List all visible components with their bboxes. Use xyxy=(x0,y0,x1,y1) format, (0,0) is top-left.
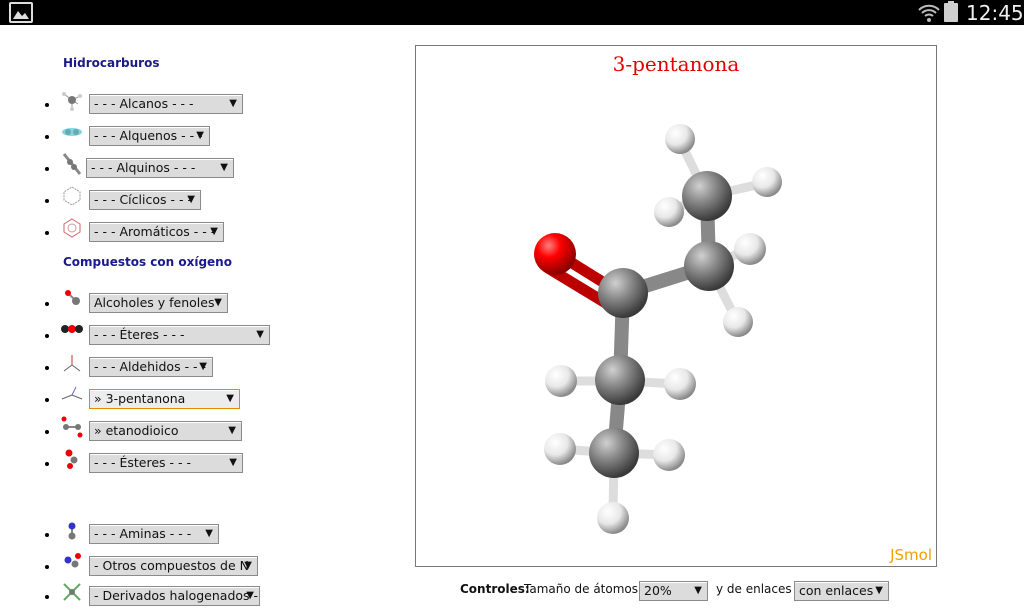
ester-molecule-icon xyxy=(65,449,78,469)
alquenos-select[interactable]: - - - Alquenos - - - ▼ xyxy=(89,126,210,146)
section-heading-oxygen: Compuestos con oxígeno xyxy=(63,255,232,269)
dropdown-arrow-icon: ▼ xyxy=(214,297,222,308)
bullet xyxy=(45,595,49,599)
bullet xyxy=(45,334,49,338)
dropdown-arrow-icon: ▼ xyxy=(694,585,702,596)
dropdown-arrow-icon: ▼ xyxy=(229,98,237,109)
esteres-select[interactable]: - - - Ésteres - - - ▼ xyxy=(89,453,243,473)
cetonas-select[interactable]: » 3-pentanona ▼ xyxy=(89,389,240,409)
dropdown-arrow-icon: ▼ xyxy=(229,457,237,468)
aromatic-molecule-icon xyxy=(63,218,81,238)
dropdown-arrow-icon: ▼ xyxy=(196,130,204,141)
bullet xyxy=(45,366,49,370)
section-heading-hydrocarbons: Hidrocarburos xyxy=(63,56,160,70)
jsmol-logo[interactable]: JSmol xyxy=(890,546,932,564)
aminas-select[interactable]: - - - Aminas - - - ▼ xyxy=(89,524,219,544)
bullet xyxy=(45,231,49,235)
dropdown-arrow-icon: ▼ xyxy=(199,361,207,372)
dropdown-arrow-icon: ▼ xyxy=(875,585,883,596)
otros-n-select[interactable]: - Otros compuestos de N ▼ xyxy=(89,556,258,576)
ether-molecule-icon xyxy=(61,325,83,333)
alcoholes-select[interactable]: Alcoholes y fenoles ▼ xyxy=(89,293,228,313)
alcohol-molecule-icon xyxy=(65,290,80,305)
halogen-compound-icon xyxy=(63,583,81,601)
ketone-molecule-icon xyxy=(61,386,83,400)
cyclic-molecule-icon xyxy=(63,186,81,206)
bullet xyxy=(45,462,49,466)
bullet xyxy=(45,533,49,537)
dropdown-arrow-icon: ▼ xyxy=(228,425,236,436)
atom-size-label: Tamaño de átomos xyxy=(524,582,638,596)
bonds-select[interactable]: con enlaces ▼ xyxy=(794,581,889,601)
controls-label: Controles: xyxy=(460,582,530,596)
bullet xyxy=(45,398,49,402)
dropdown-arrow-icon: ▼ xyxy=(246,590,254,601)
bonds-label: y de enlaces xyxy=(716,582,792,596)
aldehidos-select[interactable]: - - - Aldehidos - - - ▼ xyxy=(89,357,213,377)
bullet xyxy=(45,565,49,569)
ciclicos-select[interactable]: - - - Cíclicos - - - ▼ xyxy=(89,190,201,210)
amine-molecule-icon xyxy=(68,522,76,540)
alkyne-molecule-icon xyxy=(62,153,82,175)
status-bar: 12:45 xyxy=(0,0,1024,25)
bullet xyxy=(45,103,49,107)
aromaticos-select[interactable]: - - - Aromáticos - - - ▼ xyxy=(89,222,224,242)
molecule-3d-render[interactable] xyxy=(416,46,936,566)
eteres-select[interactable]: - - - Éteres - - - ▼ xyxy=(89,325,270,345)
bullet xyxy=(45,135,49,139)
dropdown-arrow-icon: ▼ xyxy=(220,162,228,173)
dropdown-arrow-icon: ▼ xyxy=(187,194,195,205)
acid-molecule-icon xyxy=(61,416,83,438)
wifi-icon xyxy=(918,4,940,22)
acidos-select[interactable]: » etanodioico ▼ xyxy=(89,421,242,441)
alquinos-select[interactable]: - - - Alquinos - - - ▼ xyxy=(86,158,234,178)
dropdown-arrow-icon: ▼ xyxy=(226,393,234,404)
dropdown-arrow-icon: ▼ xyxy=(256,329,264,340)
clock: 12:45 xyxy=(966,1,1024,25)
alkene-molecule-icon xyxy=(62,128,82,136)
molecule-viewer[interactable]: 3-pentanona JSmol xyxy=(415,45,937,567)
bullet xyxy=(45,199,49,203)
bullet xyxy=(45,302,49,306)
alcanos-select[interactable]: - - - Alcanos - - - ▼ xyxy=(89,94,243,114)
aldehyde-molecule-icon xyxy=(63,355,81,372)
nitrogen-compound-icon xyxy=(64,553,81,568)
bullet xyxy=(45,430,49,434)
battery-icon xyxy=(944,1,958,22)
gallery-icon xyxy=(9,2,33,23)
bullet xyxy=(45,167,49,171)
methane-molecule-icon xyxy=(62,92,82,111)
dropdown-arrow-icon: ▼ xyxy=(244,560,252,571)
dropdown-arrow-icon: ▼ xyxy=(210,226,218,237)
dropdown-arrow-icon: ▼ xyxy=(205,528,213,539)
halogenados-select[interactable]: - Derivados halogenados - ▼ xyxy=(89,586,260,606)
atom-size-select[interactable]: 20% ▼ xyxy=(639,581,708,601)
